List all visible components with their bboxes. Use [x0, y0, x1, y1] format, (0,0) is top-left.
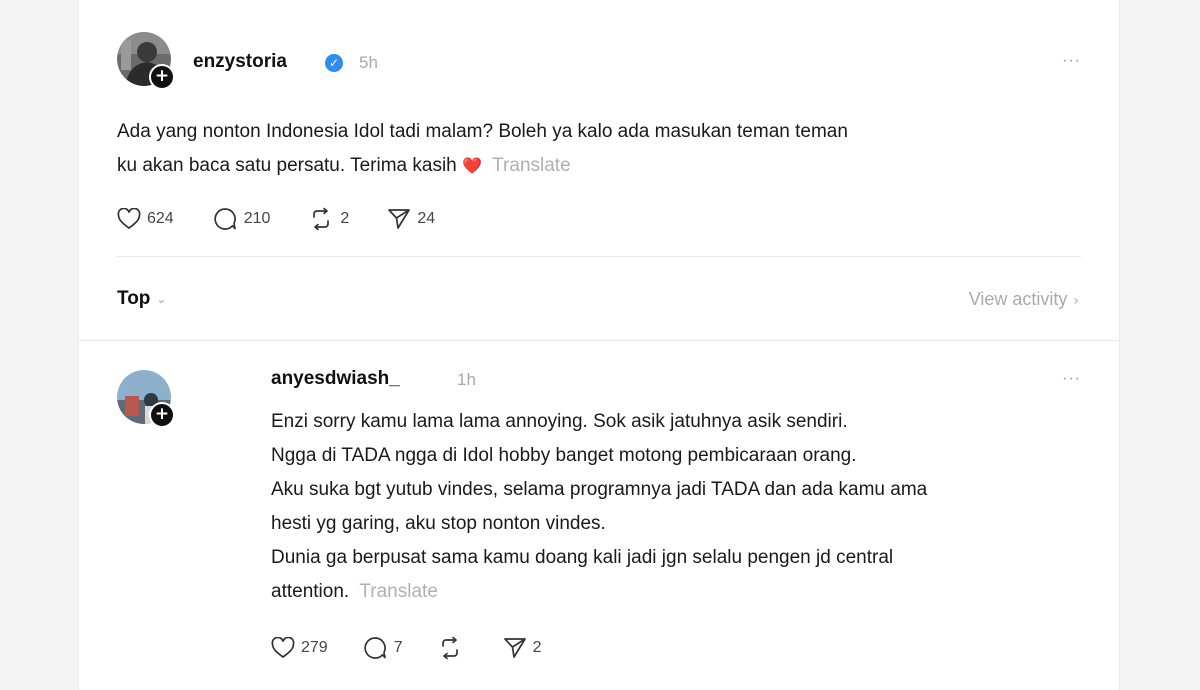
paper-plane-icon: [503, 638, 526, 658]
repost-arrows-icon: [313, 207, 330, 231]
chevron-down-icon: ⌄: [156, 292, 167, 306]
post-username[interactable]: enzystoria: [193, 51, 287, 73]
repost-button[interactable]: [437, 636, 469, 660]
post-time[interactable]: 5h: [359, 53, 378, 73]
reply-button[interactable]: 7: [362, 636, 403, 660]
avatar[interactable]: +: [117, 32, 175, 90]
reply-actions: 279 7 2: [271, 636, 580, 660]
repost-count: 2: [340, 210, 350, 227]
more-options-icon[interactable]: ···: [1062, 52, 1081, 70]
like-button[interactable]: 279: [271, 637, 328, 659]
reply-text-line: Aku suka bgt yutub vindes, selama progra…: [271, 479, 928, 500]
post-text-line: Ada yang nonton Indonesia Idol tadi mala…: [117, 121, 848, 142]
divider: [79, 340, 1119, 341]
speech-bubble-icon: [214, 208, 236, 230]
share-count: 2: [532, 639, 542, 656]
reply-avatar[interactable]: +: [117, 370, 175, 428]
repost-button[interactable]: 2: [308, 207, 349, 231]
reply-username[interactable]: anyesdwiash_: [271, 368, 400, 390]
view-activity-label: View activity: [968, 289, 1068, 309]
heart-outline-icon: [271, 637, 295, 659]
share-button[interactable]: 24: [387, 208, 435, 230]
thread-card: + enzystoria ✓ 5h ··· Ada yang nonton In…: [78, 0, 1120, 690]
reply-count: 210: [243, 210, 271, 227]
post-actions: 624 210 2 24: [117, 207, 473, 231]
post-text: Ada yang nonton Indonesia Idol tadi mala…: [117, 115, 848, 183]
reply-text-line: hesti yg garing, aku stop nonton vindes.: [271, 513, 606, 534]
view-activity-link[interactable]: View activity ›: [969, 289, 1079, 310]
speech-bubble-icon: [364, 637, 386, 659]
follow-plus-icon[interactable]: +: [149, 402, 175, 428]
share-button[interactable]: 2: [503, 637, 542, 659]
reply-count: 7: [393, 639, 403, 656]
like-count: 279: [301, 639, 328, 656]
heart-emoji: ❤️: [462, 156, 482, 175]
sort-dropdown[interactable]: Top ⌄: [117, 288, 166, 310]
reply-text-line: Enzi sorry kamu lama lama annoying. Sok …: [271, 411, 848, 432]
reply-text-line: Ngga di TADA ngga di Idol hobby banget m…: [271, 445, 857, 466]
divider: [117, 256, 1081, 257]
reply-time[interactable]: 1h: [457, 370, 476, 390]
heart-outline-icon: [117, 208, 141, 230]
follow-plus-icon[interactable]: +: [149, 64, 175, 90]
post-text-line: ku akan baca satu persatu. Terima kasih: [117, 155, 457, 176]
translate-link[interactable]: Translate: [492, 155, 571, 176]
more-options-icon[interactable]: ···: [1062, 370, 1081, 388]
verified-check-icon: ✓: [325, 54, 343, 72]
paper-plane-icon: [388, 209, 411, 229]
reply-button[interactable]: 210: [212, 207, 271, 231]
sort-label: Top: [117, 288, 151, 309]
share-count: 24: [417, 210, 436, 227]
reply-text: Enzi sorry kamu lama lama annoying. Sok …: [271, 405, 927, 609]
translate-link[interactable]: Translate: [359, 581, 438, 602]
chevron-right-icon: ›: [1073, 293, 1079, 309]
like-count: 624: [147, 210, 174, 227]
reply-text-line: attention.: [271, 581, 350, 602]
repost-arrows-icon: [441, 636, 458, 660]
reply-text-line: Dunia ga berpusat sama kamu doang kali j…: [271, 547, 894, 568]
like-button[interactable]: 624: [117, 208, 174, 230]
